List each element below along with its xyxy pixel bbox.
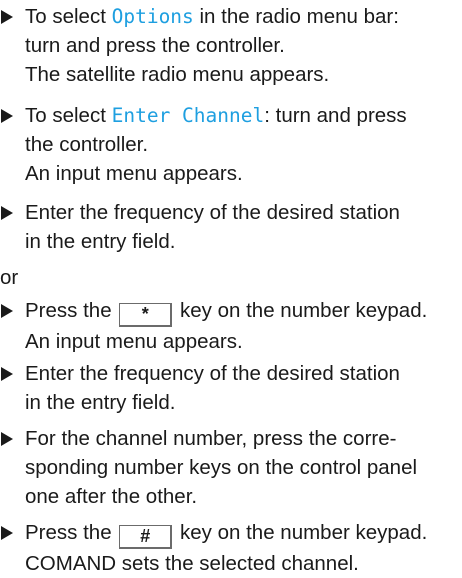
- step-result: An input menu appears.: [25, 162, 243, 185]
- star-key-icon: *: [119, 303, 173, 327]
- step-enter-frequency: Enter the frequency of the desired stati…: [0, 198, 462, 256]
- step-text: : turn and press: [264, 104, 407, 127]
- step-line: in the entry field.: [25, 391, 176, 414]
- step-channel-number: For the channel number, press the corre-…: [0, 424, 462, 511]
- step-line: Press the # key on the number keypad.: [25, 518, 462, 549]
- step-line: To select Enter Channel: turn and press: [25, 101, 462, 130]
- step-line: For the channel number, press the corre-: [25, 427, 397, 450]
- step-text: Press the: [25, 299, 112, 322]
- step-press-star-key: Press the * key on the number keypad. An…: [0, 296, 462, 356]
- step-result: COMAND sets the selected channel.: [25, 552, 359, 575]
- menu-item-options: Options: [111, 5, 194, 28]
- step-line: the controller.: [25, 133, 149, 156]
- triangle-right-icon: [1, 10, 13, 24]
- step-text: key on the number keypad.: [180, 299, 428, 322]
- menu-item-enter-channel: Enter Channel: [111, 104, 265, 127]
- step-line: Press the * key on the number keypad.: [25, 296, 462, 327]
- step-result: The satellite radio menu appears.: [25, 63, 330, 86]
- instructions-document: To select Options in the radio menu bar:…: [0, 0, 462, 575]
- step-text: key on the number keypad.: [180, 521, 428, 544]
- triangle-right-icon: [1, 304, 13, 318]
- step-line: sponding number keys on the control pane…: [25, 456, 418, 479]
- triangle-right-icon: [1, 206, 13, 220]
- step-line: one after the other.: [25, 485, 198, 508]
- step-text: To select: [25, 5, 112, 28]
- step-line: Enter the frequency of the desired stati…: [25, 362, 400, 385]
- step-result: An input menu appears.: [25, 330, 243, 353]
- step-text: Press the: [25, 521, 112, 544]
- step-text: To select: [25, 104, 112, 127]
- step-line: Enter the frequency of the desired stati…: [25, 201, 400, 224]
- step-line: in the entry field.: [25, 230, 176, 253]
- step-select-options: To select Options in the radio menu bar:…: [0, 2, 462, 89]
- triangle-right-icon: [1, 367, 13, 381]
- triangle-right-icon: [1, 432, 13, 446]
- hash-key-icon: #: [119, 525, 173, 549]
- step-line: turn and press the controller.: [25, 34, 285, 57]
- step-line: To select Options in the radio menu bar:: [25, 2, 462, 31]
- triangle-right-icon: [1, 526, 13, 540]
- step-select-enter-channel: To select Enter Channel: turn and press …: [0, 101, 462, 188]
- step-text: in the radio menu bar:: [193, 5, 399, 28]
- or-separator: or: [0, 266, 19, 289]
- step-press-hash-key: Press the # key on the number keypad. CO…: [0, 518, 462, 578]
- step-enter-frequency-alt: Enter the frequency of the desired stati…: [0, 359, 462, 417]
- triangle-right-icon: [1, 109, 13, 123]
